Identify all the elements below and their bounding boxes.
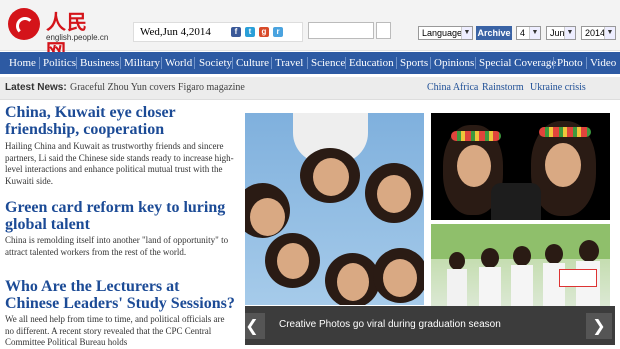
nav-item-opinions[interactable]: Opinions	[434, 52, 474, 74]
languages-select[interactable]: Languages ▼	[418, 26, 473, 40]
nav-item-politics[interactable]: Politics	[43, 52, 76, 74]
latest-news-label: Latest News:	[5, 82, 67, 93]
current-date: Wed,Jun 4,2014	[140, 26, 211, 38]
latest-news-bar: Latest News: Graceful Zhou Yun covers Fi…	[0, 77, 620, 100]
slideshow-caption[interactable]: Creative Photos go viral during graduati…	[279, 319, 501, 330]
chevron-down-icon: ▼	[564, 27, 575, 39]
nav-item-sports[interactable]: Sports	[400, 52, 428, 74]
article-summary: We all need help from time to time, and …	[5, 314, 225, 347]
article-summary: Hailing China and Kuwait as trustworthy …	[5, 141, 234, 186]
languages-label: Languages	[422, 28, 467, 38]
archive-month-select[interactable]: Jun ▼	[546, 26, 576, 40]
archive-year-value: 2014	[585, 28, 606, 38]
nav-item-business[interactable]: Business	[80, 52, 119, 74]
nav-item-science[interactable]: Science	[311, 52, 345, 74]
hot-link-rainstorm[interactable]: Rainstorm	[482, 82, 524, 93]
chevron-down-icon: ▼	[604, 27, 615, 39]
facebook-icon[interactable]: f	[231, 27, 241, 37]
article-headline[interactable]: Green card reform key to luring global t…	[5, 199, 235, 233]
chevron-down-icon: ▼	[461, 27, 472, 39]
nav-item-travel[interactable]: Travel	[275, 52, 303, 74]
chevron-down-icon: ▼	[529, 27, 540, 39]
hot-link-ukraine-crisis[interactable]: Ukraine crisis	[530, 82, 586, 93]
logo-url: english.people.cn	[46, 33, 109, 42]
slideshow-photo-main[interactable]	[245, 113, 424, 305]
hot-link-china-africa[interactable]: China Africa	[427, 82, 478, 93]
nav-item-education[interactable]: Education	[349, 52, 394, 74]
nav-item-video[interactable]: Video	[590, 52, 616, 74]
archive-day-value: 4	[520, 28, 526, 38]
slideshow-photo-top[interactable]	[431, 113, 610, 220]
nav-item-society[interactable]: Society	[199, 52, 232, 74]
archive-month-value: Jun	[550, 28, 565, 38]
nav-item-photo[interactable]: Photo	[557, 52, 583, 74]
archive-day-select[interactable]: 4 ▼	[516, 26, 541, 40]
top-bar: 人民网 english.people.cn Wed,Jun 4,2014 f t…	[0, 0, 620, 63]
slideshow-caption-bar: ❮ Creative Photos go viral during gradua…	[245, 306, 615, 345]
archive-button[interactable]: Archive	[476, 26, 512, 40]
rss-icon[interactable]: r	[273, 27, 283, 37]
nav-item-military[interactable]: Military	[124, 52, 160, 74]
nav-item-special-coverage[interactable]: Special Coverage	[479, 52, 556, 74]
search-input[interactable]	[308, 22, 374, 39]
article-headline[interactable]: China, Kuwait eye closer friendship, coo…	[5, 104, 235, 138]
twitter-icon[interactable]: t	[245, 27, 255, 37]
archive-year-select[interactable]: 2014 ▼	[581, 26, 616, 40]
date-box: Wed,Jun 4,2014 f t g r	[133, 22, 303, 42]
prev-slide-button[interactable]: ❮	[245, 313, 265, 339]
nav-item-culture[interactable]: Culture	[236, 52, 269, 74]
article-headline[interactable]: Who Are the Lecturers at Chinese Leaders…	[5, 278, 235, 312]
people-daily-logo[interactable]: 人民网 english.people.cn	[8, 6, 109, 63]
latest-news-headline[interactable]: Graceful Zhou Yun covers Figaro magazine	[70, 82, 245, 93]
photo-slideshow: ❮ Creative Photos go viral during gradua…	[245, 113, 615, 345]
main-nav: Home Politics Business Military World So…	[0, 52, 620, 74]
nav-item-home[interactable]: Home	[9, 52, 36, 74]
search-button[interactable]	[376, 22, 391, 39]
next-slide-button[interactable]: ❯	[586, 313, 612, 339]
logo-emblem-icon	[8, 8, 40, 40]
google-plus-icon[interactable]: g	[259, 27, 269, 37]
nav-item-world[interactable]: World	[165, 52, 192, 74]
article-summary: China is remolding itself into another "…	[5, 235, 229, 257]
